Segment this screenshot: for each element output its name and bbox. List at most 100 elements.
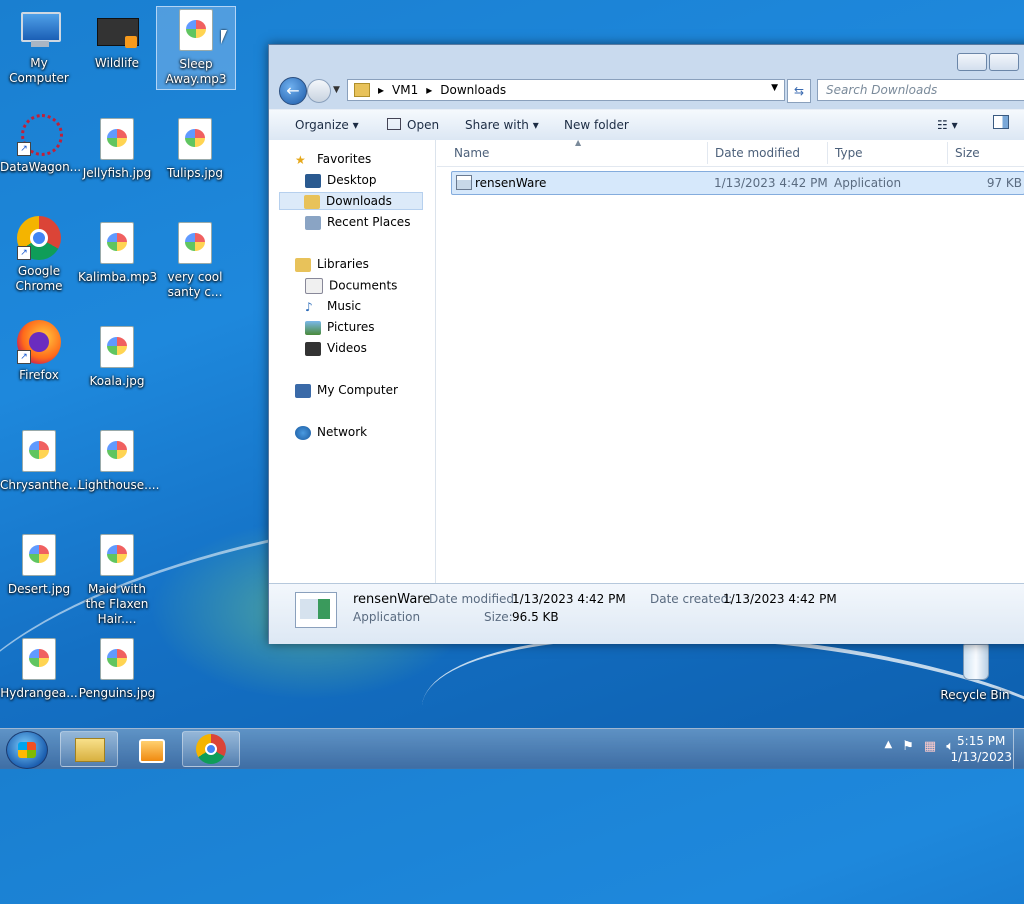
- desktop-icon-chrysanthemum[interactable]: Chrysanthe...: [0, 428, 80, 493]
- start-button[interactable]: [6, 731, 48, 769]
- folder-icon: [75, 738, 105, 762]
- desktop-icon-my-computer[interactable]: My Computer: [0, 8, 78, 86]
- nav-music[interactable]: ♪ Music: [305, 299, 361, 314]
- nav-libraries[interactable]: Libraries: [295, 257, 369, 272]
- downloads-folder-icon: [304, 194, 320, 209]
- image-file-icon: [95, 430, 139, 474]
- preview-pane-icon: [993, 115, 1009, 129]
- details-date-modified: 1/13/2023 4:42 PM: [512, 592, 626, 606]
- clock[interactable]: 5:15 PM 1/13/2023: [950, 733, 1012, 765]
- back-button[interactable]: ←: [279, 77, 307, 105]
- nav-videos[interactable]: Videos: [305, 341, 367, 356]
- taskbar-explorer-button[interactable]: [60, 731, 118, 767]
- shortcut-arrow-icon: ↗: [17, 246, 31, 260]
- image-file-icon: [17, 430, 61, 474]
- application-icon: [456, 175, 472, 190]
- search-input[interactable]: Search Downloads: [817, 79, 1024, 101]
- file-type: Application: [834, 176, 902, 190]
- new-folder-button[interactable]: New folder: [564, 118, 629, 132]
- image-file-icon: [173, 118, 217, 162]
- details-date-modified-label: Date modified:: [429, 592, 519, 606]
- image-file-icon: [17, 638, 61, 682]
- command-bar: Organize ▾ Open Share with ▾ New folder …: [269, 109, 1024, 141]
- nav-recent-places[interactable]: Recent Places: [305, 215, 410, 230]
- nav-documents[interactable]: Documents: [305, 278, 397, 294]
- column-name[interactable]: Name: [454, 146, 489, 160]
- details-date-created: 1/13/2023 4:42 PM: [723, 592, 837, 606]
- sort-ascending-icon: ▲: [575, 138, 582, 147]
- network-icon[interactable]: ▦: [924, 739, 936, 754]
- breadcrumb-vm1[interactable]: VM1: [392, 83, 418, 97]
- tray-overflow-icon[interactable]: ▲: [885, 739, 893, 754]
- desktop-icon-tulips[interactable]: Tulips.jpg: [156, 116, 234, 181]
- taskbar-chrome-button[interactable]: [182, 731, 240, 767]
- desktop-icon-datawagon[interactable]: ↗ DataWagon...: [0, 112, 81, 175]
- media-player-icon: [139, 739, 165, 763]
- details-file-kind: Application: [353, 610, 421, 624]
- column-headers: Name ▲ Date modified Type Size: [437, 138, 1024, 167]
- action-center-icon[interactable]: ⚑: [902, 739, 914, 754]
- desktop-icon-desert[interactable]: Desert.jpg: [0, 532, 78, 597]
- desktop-icon-hydrangeas[interactable]: Hydrangea...: [0, 636, 78, 701]
- column-date-modified[interactable]: Date modified: [715, 146, 800, 160]
- open-icon: [387, 118, 401, 130]
- nav-my-computer[interactable]: My Computer: [295, 383, 398, 398]
- details-date-created-label: Date created:: [650, 592, 733, 606]
- star-icon: ★: [295, 152, 306, 167]
- address-dropdown-icon[interactable]: ▼: [771, 83, 778, 93]
- clock-date: 1/13/2023: [950, 750, 1012, 764]
- file-size: 97 KB: [986, 176, 1022, 190]
- desktop-icon-google-chrome[interactable]: ↗ Google Chrome: [0, 216, 78, 294]
- maximize-button[interactable]: [989, 53, 1019, 71]
- column-type[interactable]: Type: [835, 146, 863, 160]
- desktop-icon-lighthouse[interactable]: Lighthouse....: [78, 428, 159, 493]
- breadcrumb-separator-icon: ▸: [426, 83, 433, 97]
- system-tray: ▲ ⚑ ▦ 🔈︎: [885, 739, 954, 754]
- recent-pages-chevron-icon[interactable]: ▼: [333, 85, 340, 95]
- desktop-icon-sleep-away[interactable]: Sleep Away.mp3: [156, 6, 236, 90]
- minimize-button[interactable]: [957, 53, 987, 71]
- column-size[interactable]: Size: [955, 146, 980, 160]
- image-file-icon: [95, 326, 139, 370]
- nav-pictures[interactable]: Pictures: [305, 320, 375, 335]
- preview-pane-button[interactable]: [993, 115, 1009, 132]
- desktop-icon-penguins[interactable]: Penguins.jpg: [78, 636, 156, 701]
- desktop-icon-kalimba[interactable]: Kalimba.mp3: [78, 220, 157, 285]
- desktop-icon-maid-with-flaxen-hair[interactable]: Maid with the Flaxen Hair....: [78, 532, 156, 627]
- desktop-icon-very-cool[interactable]: very cool santy c...: [156, 220, 234, 300]
- desktop-icon-koala[interactable]: Koala.jpg: [78, 324, 156, 389]
- share-with-button[interactable]: Share with ▾: [465, 118, 539, 132]
- shortcut-arrow-icon: ↗: [17, 142, 31, 156]
- column-divider[interactable]: [947, 142, 948, 164]
- nav-favorites[interactable]: ★ Favorites: [295, 152, 371, 167]
- taskbar-media-player-button[interactable]: [122, 731, 180, 767]
- clock-time: 5:15 PM: [957, 734, 1006, 748]
- file-thumbnail: [295, 592, 337, 628]
- explorer-content: ★ Favorites Desktop Downloads Recent Plac…: [269, 138, 1024, 583]
- desktop-icon-jellyfish[interactable]: Jellyfish.jpg: [78, 116, 156, 181]
- address-bar-row: ← ▼ ▸ VM1 ▸ Downloads ▼ ⇆ Search Downloa…: [277, 77, 1024, 105]
- column-divider[interactable]: [827, 142, 828, 164]
- view-options-icon[interactable]: ☷ ▾: [937, 118, 958, 132]
- file-row[interactable]: rensenWare 1/13/2023 4:42 PM Application…: [451, 171, 1024, 195]
- forward-button[interactable]: [307, 79, 331, 103]
- music-icon: ♪: [305, 299, 313, 314]
- nav-network[interactable]: Network: [295, 425, 367, 440]
- breadcrumb-downloads[interactable]: Downloads: [440, 83, 506, 97]
- firefox-icon: ↗: [17, 320, 61, 364]
- libraries-icon: [295, 257, 311, 272]
- image-file-icon: [173, 222, 217, 266]
- nav-desktop[interactable]: Desktop: [305, 173, 377, 188]
- details-file-name: rensenWare: [353, 592, 431, 607]
- column-divider[interactable]: [707, 142, 708, 164]
- organize-button[interactable]: Organize ▾: [295, 118, 359, 132]
- refresh-button[interactable]: ⇆: [787, 79, 811, 103]
- desktop-icon-wildlife[interactable]: Wildlife: [78, 8, 156, 71]
- address-box[interactable]: ▸ VM1 ▸ Downloads ▼: [347, 79, 785, 101]
- show-desktop-button[interactable]: [1013, 729, 1024, 769]
- window-controls: [957, 53, 1019, 71]
- open-button[interactable]: Open: [387, 118, 439, 132]
- desktop-icon-firefox[interactable]: ↗ Firefox: [0, 320, 78, 383]
- desktop-icon-recycle-bin[interactable]: Recycle Bin: [936, 640, 1014, 703]
- nav-downloads[interactable]: Downloads: [279, 192, 423, 210]
